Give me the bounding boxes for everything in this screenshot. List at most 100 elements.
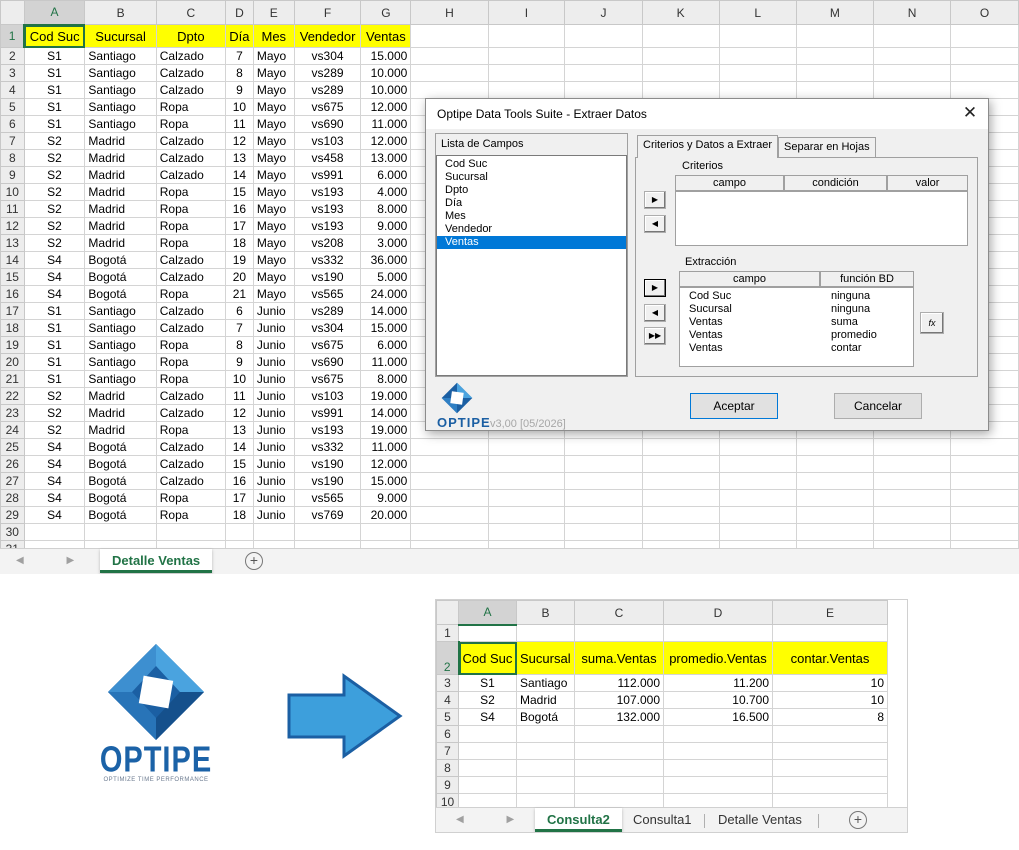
add-sheet-icon[interactable]: + [245,552,263,570]
data-cell[interactable]: Bogotá [84,285,157,303]
data-cell[interactable]: 9 [224,353,254,371]
data-cell[interactable]: 10.000 [360,64,412,82]
extraction-function[interactable]: ninguna [831,303,870,316]
data-cell[interactable]: Mayo [252,149,295,167]
row-header[interactable]: 2 [436,641,460,675]
data-cell[interactable]: 10 [224,370,254,388]
data-cell[interactable]: vs103 [293,132,362,150]
data-cell[interactable]: Bogotá [84,489,157,507]
empty-cell[interactable] [564,81,643,99]
row-header[interactable]: 1 [0,24,26,48]
data-cell[interactable]: Calzado [155,268,226,286]
empty-cell[interactable] [663,776,773,794]
data-cell[interactable]: S4 [23,489,86,507]
tab-criterios-datos[interactable]: Criterios y Datos a Extraer [637,135,778,158]
data-cell[interactable]: S2 [23,217,86,235]
empty-cell[interactable] [487,47,566,65]
sheet-tab-consulta2[interactable]: Consulta2 [535,808,622,832]
empty-cell[interactable] [718,47,797,65]
data-cell[interactable]: vs565 [293,489,362,507]
empty-cell[interactable] [873,24,952,48]
empty-cell[interactable] [950,523,1019,541]
empty-cell[interactable] [718,472,797,490]
data-cell[interactable]: S2 [23,387,86,405]
data-cell[interactable]: vs458 [293,149,362,167]
data-cell[interactable]: Madrid [84,234,157,252]
data-cell[interactable]: S1 [23,302,86,320]
data-cell[interactable]: S1 [23,319,86,337]
data-cell[interactable]: 12.000 [360,132,412,150]
data-cell[interactable]: vs208 [293,234,362,252]
field-list-item[interactable]: Día [437,197,626,210]
data-cell[interactable]: 18 [224,506,254,524]
data-cell[interactable]: 19 [224,251,254,269]
remove-extraction-arrow-icon[interactable]: ◀ [644,304,666,322]
row-header[interactable]: 21 [0,370,25,388]
empty-cell[interactable] [795,438,875,456]
data-cell[interactable]: Junio [252,336,295,354]
field-list-item[interactable]: Vendedor [437,223,626,236]
add-criteria-arrow-icon[interactable]: ▶ [644,191,666,209]
data-cell[interactable]: 6 [224,302,254,320]
data-cell[interactable]: Junio [252,472,295,490]
empty-cell[interactable] [516,776,575,794]
data-cell[interactable]: 14.000 [360,404,412,422]
field-list-item[interactable]: Cod Suc [437,158,626,171]
extraction-field[interactable]: Cod Suc [689,290,731,303]
empty-cell[interactable] [795,523,875,541]
extraction-function[interactable]: promedio [831,329,877,342]
empty-cell[interactable] [564,523,643,541]
data-cell[interactable]: Calzado [155,472,226,490]
header-cell[interactable]: Mes [252,24,295,48]
row-header[interactable]: 13 [0,234,25,252]
extraction-field[interactable]: Ventas [689,342,723,355]
row-header[interactable]: 3 [436,674,459,692]
extraction-function[interactable]: suma [831,316,858,329]
data-cell[interactable]: vs193 [293,217,362,235]
empty-cell[interactable] [718,24,797,48]
data-cell[interactable]: Bogotá [84,455,157,473]
data-cell[interactable]: S1 [23,98,86,116]
tab-separar-hojas[interactable]: Separar en Hojas [778,137,876,157]
row-header[interactable]: 12 [0,217,25,235]
extraction-grid[interactable]: Cod Suc ninguna Sucursal ninguna Ventas suma V… [679,287,914,367]
fields-listbox[interactable]: Cod Suc Sucursal Dpto Día Mes Vendedor Ventas [436,155,627,376]
empty-cell[interactable] [23,523,86,541]
row-header[interactable]: 10 [0,183,25,201]
dialog-titlebar[interactable]: Optipe Data Tools Suite - Extraer Datos … [426,99,988,129]
data-cell[interactable]: Junio [252,319,295,337]
result-data-cell[interactable]: Bogotá [516,708,575,726]
empty-cell[interactable] [950,64,1019,82]
empty-cell[interactable] [224,523,254,541]
empty-cell[interactable] [795,506,875,524]
data-cell[interactable]: Santiago [84,47,157,65]
criteria-grid[interactable] [675,191,968,246]
result-header-cell[interactable]: promedio.Ventas [663,641,773,675]
data-cell[interactable]: 11.000 [360,438,412,456]
empty-cell[interactable] [574,759,664,777]
empty-cell[interactable] [718,438,797,456]
row-header[interactable]: 18 [0,319,25,337]
data-cell[interactable]: Bogotá [84,472,157,490]
empty-cell[interactable] [718,506,797,524]
row-header[interactable]: 6 [436,725,459,743]
empty-cell[interactable] [772,759,888,777]
data-cell[interactable]: 11.000 [360,353,412,371]
accept-button[interactable]: Aceptar [690,393,778,419]
data-cell[interactable]: 9.000 [360,489,412,507]
data-cell[interactable]: Junio [252,455,295,473]
data-cell[interactable]: 19.000 [360,387,412,405]
data-cell[interactable]: Calzado [155,251,226,269]
data-cell[interactable]: Mayo [252,115,295,133]
empty-cell[interactable] [564,47,643,65]
data-cell[interactable]: 15.000 [360,47,412,65]
data-cell[interactable]: 8 [224,64,254,82]
data-cell[interactable]: 19.000 [360,421,412,439]
data-cell[interactable]: 17 [224,489,254,507]
row-header[interactable]: 4 [436,691,459,709]
data-cell[interactable]: Madrid [84,149,157,167]
empty-cell[interactable] [873,64,952,82]
empty-cell[interactable] [641,24,720,48]
row-header[interactable]: 7 [0,132,25,150]
data-cell[interactable]: Madrid [84,421,157,439]
